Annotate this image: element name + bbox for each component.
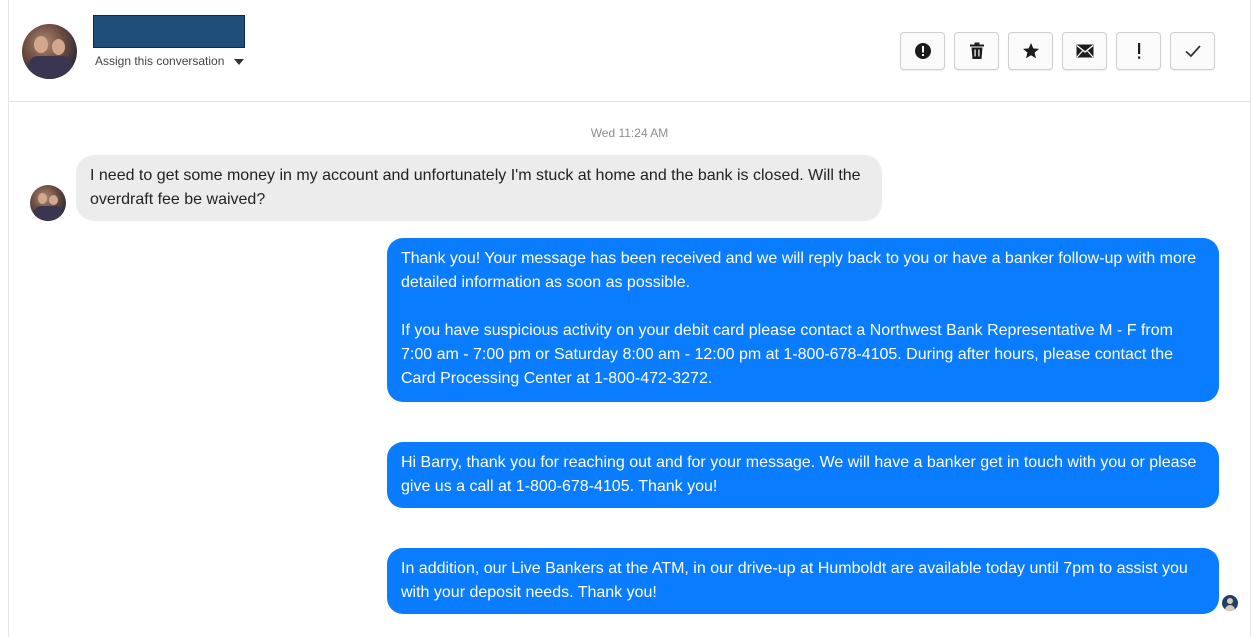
star-button[interactable] (1008, 32, 1053, 70)
seen-avatar-icon (1222, 595, 1238, 611)
outgoing-message[interactable]: Hi Barry, thank you for reaching out and… (387, 442, 1219, 508)
conversation-header: Assign this conversation (9, 0, 1250, 102)
follow-up-button[interactable] (1116, 32, 1161, 70)
outgoing-message-text: Hi Barry, thank you for reaching out and… (401, 454, 1197, 495)
envelope-icon (1076, 44, 1093, 58)
assign-conversation-dropdown[interactable]: Assign this conversation (95, 54, 245, 68)
exclamation-icon (1137, 43, 1140, 59)
outgoing-message-text: In addition, our Live Bankers at the ATM… (401, 560, 1188, 601)
contact-avatar[interactable] (22, 24, 77, 79)
outgoing-message-paragraph: If you have suspicious activity on your … (401, 322, 1173, 387)
star-icon (1022, 43, 1039, 59)
outgoing-message[interactable]: In addition, our Live Bankers at the ATM… (387, 548, 1219, 614)
mark-spam-button[interactable] (900, 32, 945, 70)
caret-down-icon (234, 59, 245, 65)
mark-unread-button[interactable] (1062, 32, 1107, 70)
messenger-window: Assign this conversation Wed 11:24 AM I … (8, 0, 1251, 637)
sender-avatar[interactable] (30, 185, 66, 221)
check-icon (1184, 45, 1201, 58)
outgoing-message-paragraph: Thank you! Your message has been receive… (401, 250, 1197, 291)
conversation-toolbar (900, 32, 1215, 70)
incoming-message[interactable]: I need to get some money in my account a… (76, 155, 882, 221)
message-timestamp: Wed 11:24 AM (590, 126, 669, 140)
alert-circle-icon (914, 43, 931, 59)
delete-button[interactable] (954, 32, 999, 70)
assign-conversation-label: Assign this conversation (95, 54, 225, 68)
incoming-message-text: I need to get some money in my account a… (90, 167, 861, 208)
mark-done-button[interactable] (1170, 32, 1215, 70)
trash-icon (969, 42, 984, 59)
redacted-contact-name (93, 15, 245, 48)
outgoing-message[interactable]: Thank you! Your message has been receive… (387, 238, 1219, 402)
